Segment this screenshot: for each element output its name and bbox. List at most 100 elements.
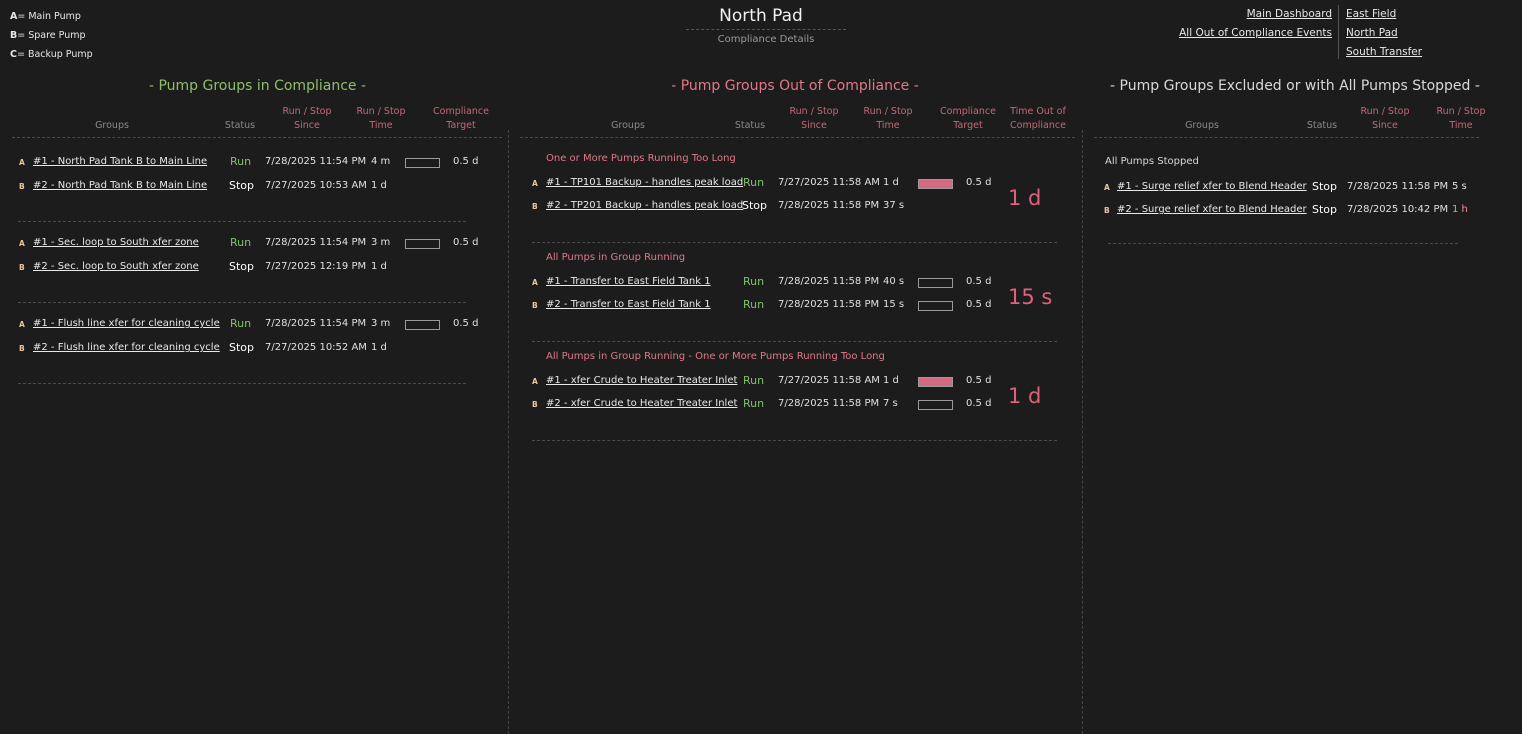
target-value: 0.5 d (966, 177, 992, 188)
pump-letter: A (19, 320, 25, 329)
since-value: 7/28/2025 11:58 PM (778, 398, 880, 409)
status-run: Run (743, 374, 765, 387)
pump-group-link[interactable]: #2 - Sec. loop to South xfer zone (33, 261, 199, 272)
pump-letter: A (19, 239, 25, 248)
pump-group-link[interactable]: #2 - Surge relief xfer to Blend Header (1117, 204, 1307, 215)
header-target: Compliance Target (433, 106, 489, 131)
compliance-bar (918, 179, 953, 189)
group-divider (532, 341, 1057, 342)
pump-group-link[interactable]: #2 - xfer Crude to Heater Treater Inlet (546, 398, 737, 409)
status-stop: Stop (1312, 180, 1338, 193)
nav-links-left: Main Dashboard All Out of Compliance Eve… (1179, 5, 1332, 43)
compliance-bar (405, 158, 440, 168)
table-row: A #1 - North Pad Tank B to Main Line Run… (19, 155, 499, 170)
since-value: 7/28/2025 11:54 PM (265, 318, 367, 329)
table-row: A #1 - xfer Crude to Heater Treater Inle… (532, 374, 1012, 389)
pump-letter: B (19, 344, 25, 353)
group-divider (1108, 243, 1458, 244)
status-run: Run (743, 275, 765, 288)
legend-item-c: C= Backup Pump (10, 49, 93, 60)
pump-group-link[interactable]: #1 - Transfer to East Field Tank 1 (546, 276, 711, 287)
table-row: A #1 - Sec. loop to South xfer zone Run … (19, 236, 499, 251)
compliance-bar (405, 239, 440, 249)
column-divider (508, 130, 509, 734)
table-row: A #1 - Surge relief xfer to Blend Header… (1104, 180, 1504, 195)
header-status: Status (224, 120, 256, 131)
header-since: Run / Stop Since (282, 106, 332, 131)
status-stop: Stop (229, 341, 255, 354)
header-time: Run / Stop Time (1436, 106, 1486, 131)
table-row: B #2 - Sec. loop to South xfer zone Stop… (19, 260, 499, 275)
table-row: B #2 - Transfer to East Field Tank 1 Run… (532, 298, 1012, 313)
nav-link-east-field[interactable]: East Field (1346, 8, 1396, 20)
status-stop: Stop (1312, 203, 1338, 216)
pump-group-link[interactable]: #1 - TP101 Backup - handles peak load (546, 177, 743, 188)
status-stop: Stop (229, 260, 255, 273)
pump-letter: B (19, 182, 25, 191)
since-value: 7/28/2025 10:42 PM (1347, 204, 1449, 215)
header-groups: Groups (1185, 120, 1219, 131)
header-groups: Groups (95, 120, 129, 131)
time-value: 40 s (883, 276, 905, 287)
header-status: Status (1306, 120, 1338, 131)
table-row: B #2 - Flush line xfer for cleaning cycl… (19, 341, 499, 356)
compliance-column-title: - Pump Groups in Compliance - (148, 78, 367, 94)
pump-group-link[interactable]: #1 - Surge relief xfer to Blend Header (1117, 181, 1307, 192)
pump-group-link[interactable]: #1 - xfer Crude to Heater Treater Inlet (546, 375, 737, 386)
table-row: B #2 - xfer Crude to Heater Treater Inle… (532, 397, 1012, 412)
page-subtitle: Compliance Details (686, 29, 846, 45)
status-stop: Stop (229, 179, 255, 192)
time-value: 15 s (883, 299, 905, 310)
group-condition-label: All Pumps in Group Running - One or More… (546, 351, 885, 362)
pump-group-link[interactable]: #2 - Transfer to East Field Tank 1 (546, 299, 711, 310)
pump-letter: B (532, 301, 538, 310)
pump-group-link[interactable]: #1 - Sec. loop to South xfer zone (33, 237, 199, 248)
pump-group-link[interactable]: #1 - North Pad Tank B to Main Line (33, 156, 207, 167)
target-value: 0.5 d (966, 276, 992, 287)
pump-letter: B (19, 263, 25, 272)
time-value: 1 d (883, 177, 899, 188)
since-value: 7/28/2025 11:58 PM (1347, 181, 1449, 192)
nav-link-all-out-of-compliance[interactable]: All Out of Compliance Events (1179, 27, 1332, 39)
group-condition-label: All Pumps in Group Running (546, 252, 686, 263)
table-row: B #2 - Surge relief xfer to Blend Header… (1104, 203, 1504, 218)
pump-letter: A (532, 179, 538, 188)
pump-letter: B (532, 400, 538, 409)
pump-group-link[interactable]: #2 - TP201 Backup - handles peak load (546, 200, 743, 211)
header-status: Status (734, 120, 766, 131)
since-value: 7/28/2025 11:54 PM (265, 156, 367, 167)
since-value: 7/27/2025 10:53 AM (265, 180, 367, 191)
time-value: 1 d (883, 375, 899, 386)
pump-letter: A (532, 377, 538, 386)
status-stop: Stop (742, 199, 768, 212)
header-target: Compliance Target (940, 106, 996, 131)
since-value: 7/28/2025 11:54 PM (265, 237, 367, 248)
out-of-compliance-column-title: - Pump Groups Out of Compliance - (671, 78, 919, 94)
time-value: 3 m (371, 237, 391, 248)
pump-group-link[interactable]: #2 - Flush line xfer for cleaning cycle (33, 342, 220, 353)
column-divider (1082, 130, 1083, 734)
group-divider (532, 440, 1057, 441)
pump-letter: B (1104, 206, 1110, 215)
nav-link-main-dashboard[interactable]: Main Dashboard (1247, 8, 1332, 20)
pump-group-link[interactable]: #1 - Flush line xfer for cleaning cycle (33, 318, 220, 329)
header-since: Run / Stop Since (789, 106, 839, 131)
time-value: 4 m (371, 156, 391, 167)
pump-group-link[interactable]: #2 - North Pad Tank B to Main Line (33, 180, 207, 191)
header-out-time: Time Out of Compliance (1010, 106, 1066, 131)
header-divider (1094, 137, 1479, 138)
status-run: Run (743, 176, 765, 189)
header-groups: Groups (611, 120, 645, 131)
time-value: 7 s (883, 398, 898, 409)
target-value: 0.5 d (966, 375, 992, 386)
group-divider (18, 302, 466, 303)
since-value: 7/28/2025 11:58 PM (778, 299, 880, 310)
time-value: 1 d (371, 180, 387, 191)
nav-link-south-transfer[interactable]: South Transfer (1346, 46, 1422, 58)
table-row: A #1 - TP101 Backup - handles peak load … (532, 176, 1012, 191)
status-run: Run (743, 397, 765, 410)
time-value: 1 h (1452, 204, 1468, 215)
status-run: Run (230, 317, 252, 330)
nav-link-north-pad[interactable]: North Pad (1346, 27, 1398, 39)
compliance-bar-fill (919, 378, 952, 386)
